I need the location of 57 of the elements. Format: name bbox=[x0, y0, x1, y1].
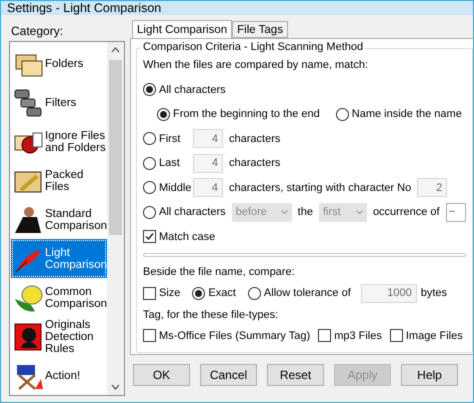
radio-button[interactable]: From the beginning to the end bbox=[157, 108, 320, 121]
figure-icon bbox=[13, 204, 43, 234]
unit-text: characters bbox=[229, 132, 280, 145]
compare-prompt: Beside the file name, compare: bbox=[143, 266, 295, 278]
group-title: Comparison Criteria - Light Scanning Method bbox=[141, 41, 366, 53]
suffix-text: occurrence of bbox=[372, 206, 440, 218]
category-item[interactable]: Action! bbox=[11, 356, 107, 395]
checkbox[interactable]: Ms-Office Files (Summary Tag) bbox=[143, 329, 310, 342]
tab[interactable]: File Tags bbox=[232, 21, 288, 38]
joiner-text: the bbox=[298, 206, 313, 218]
category-label: Category: bbox=[10, 23, 64, 40]
checkbox[interactable]: Match case bbox=[143, 230, 216, 244]
tolerance-field[interactable]: 1000 bbox=[360, 284, 417, 303]
category-item[interactable]: Common Comparison bbox=[11, 278, 107, 317]
count-field[interactable]: 4 bbox=[193, 154, 223, 173]
category-item[interactable]: Packed Files bbox=[11, 161, 107, 200]
unit-text: characters, starting with character No bbox=[229, 182, 412, 194]
radio-button[interactable]: Allow tolerance of bbox=[248, 286, 351, 300]
caret-icon bbox=[356, 210, 363, 214]
caret-icon bbox=[280, 210, 288, 214]
category-item[interactable]: Originals Detection Rules bbox=[11, 317, 107, 356]
unit-text: characters bbox=[229, 157, 280, 170]
window-title: Settings - Light Comparison bbox=[1, 1, 473, 15]
category-item[interactable]: Light Comparison bbox=[11, 239, 107, 278]
tab[interactable]: Light Comparison bbox=[132, 20, 232, 39]
checkbox[interactable]: Size bbox=[143, 286, 180, 300]
unit-text: bytes bbox=[420, 287, 448, 300]
tag-prompt: Tag, for the these file-types: bbox=[143, 308, 278, 320]
start-field[interactable]: 2 bbox=[417, 178, 448, 198]
scroll-up-icon[interactable] bbox=[111, 47, 120, 53]
count-field[interactable]: 4 bbox=[193, 129, 223, 148]
char-field[interactable]: ~ bbox=[446, 202, 466, 222]
prompt-text: When the files are compared by name, match: bbox=[143, 59, 368, 72]
scrollbar[interactable] bbox=[107, 42, 124, 395]
category-item[interactable]: Folders bbox=[11, 44, 107, 83]
radio-button[interactable]: All characters bbox=[143, 206, 226, 219]
drums-icon bbox=[13, 88, 43, 118]
category-item[interactable]: Filters bbox=[11, 83, 107, 122]
checkbox[interactable]: Image Files bbox=[390, 329, 463, 342]
category-item[interactable]: Standard Comparison bbox=[11, 200, 107, 239]
dialog-button[interactable]: OK bbox=[133, 364, 190, 386]
radio-button[interactable]: Last bbox=[143, 156, 180, 170]
radio-button[interactable]: Middle bbox=[143, 181, 192, 194]
radio-button[interactable]: All characters bbox=[143, 83, 226, 96]
count-field[interactable]: 4 bbox=[193, 178, 223, 198]
scroll-down-icon[interactable] bbox=[111, 384, 120, 390]
checkbox[interactable]: mp3 Files bbox=[318, 329, 382, 342]
radio-button[interactable]: Name inside the name bbox=[336, 108, 462, 121]
lemon-icon bbox=[13, 282, 43, 312]
dialog-button[interactable]: Cancel bbox=[200, 364, 257, 386]
checkmark-icon bbox=[144, 231, 155, 242]
category-item[interactable]: Ignore Files and Folders bbox=[11, 122, 107, 161]
dialog-button[interactable]: Reset bbox=[267, 364, 324, 386]
dialog-button[interactable]: Help bbox=[401, 364, 458, 386]
radio-button[interactable]: Exact bbox=[192, 286, 236, 300]
silhouette-icon bbox=[13, 322, 43, 352]
radio-button[interactable]: First bbox=[143, 132, 180, 146]
